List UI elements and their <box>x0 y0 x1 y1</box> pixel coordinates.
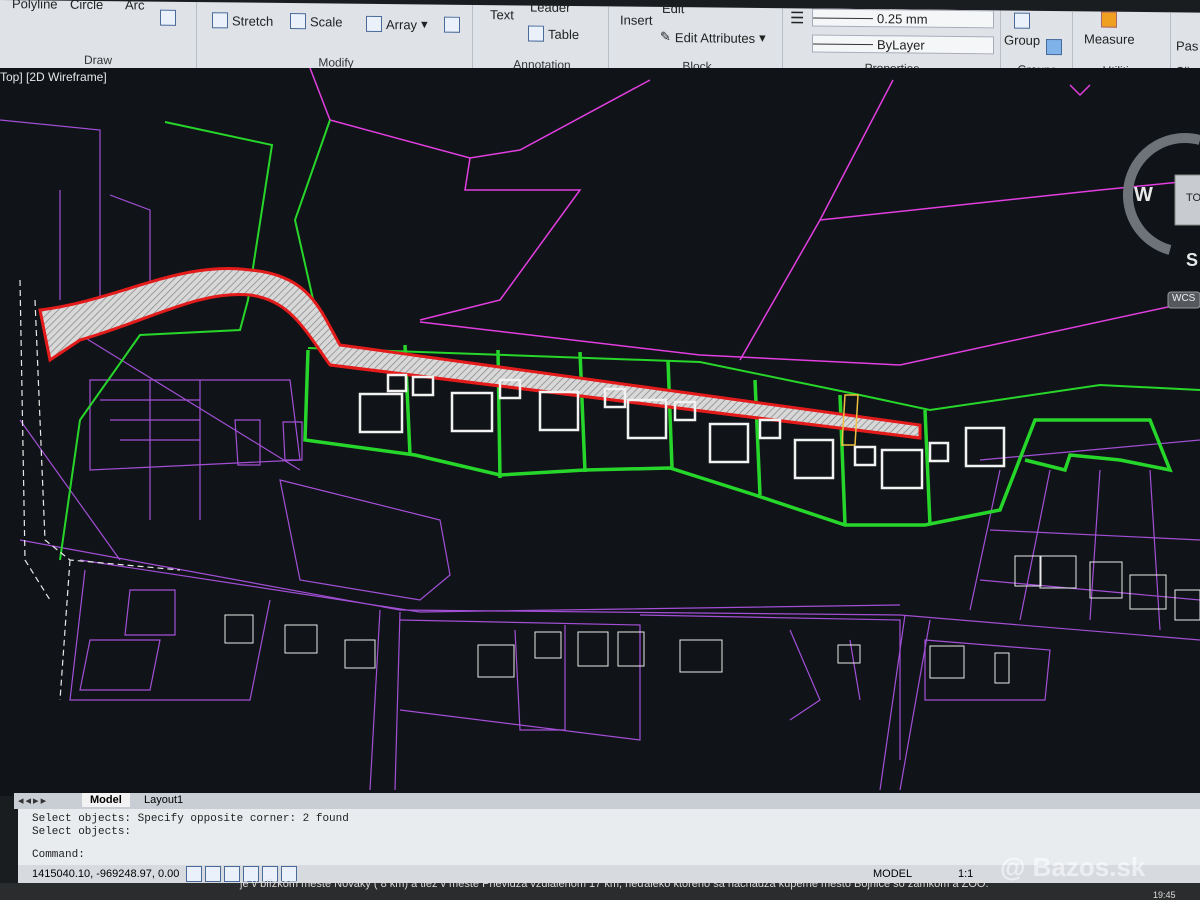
coordinates-readout: 1415040.10, -969248.97, 0.00 <box>32 868 180 880</box>
circle-button[interactable]: Circle <box>70 0 103 12</box>
wcs-button[interactable]: WCS <box>1172 293 1195 304</box>
drawing-viewport[interactable]: W TO S WCS <box>0 68 1200 796</box>
insert-button[interactable]: Insert <box>620 12 653 27</box>
edit-attributes-icon: ✎ <box>660 28 671 45</box>
group-icon <box>1014 12 1031 29</box>
table-button[interactable]: Table <box>528 25 579 43</box>
stretch-icon <box>212 12 228 29</box>
viewcube[interactable] <box>1122 133 1200 309</box>
ortho-icon[interactable] <box>224 866 240 882</box>
hatch-icon-glyph <box>160 9 176 26</box>
snap-icon[interactable] <box>186 866 202 882</box>
cad-drawing <box>0 68 1200 791</box>
draw-panel-title[interactable]: Draw <box>0 52 196 68</box>
copy-icon <box>444 16 460 33</box>
measure-icon <box>1101 11 1118 28</box>
leader-button[interactable]: Leader <box>530 0 570 15</box>
group-select-icon[interactable] <box>1046 38 1062 56</box>
watermark: @ Bazos.sk <box>1000 852 1146 882</box>
draw-panel: Polyline Circle Arc Draw <box>0 0 197 71</box>
existing-houses <box>224 555 1200 684</box>
command-history-line-1: Select objects: Specify opposite corner:… <box>32 813 349 825</box>
polyline-button[interactable]: Polyline <box>12 0 58 12</box>
chevron-down-icon: ▾ <box>421 16 428 32</box>
road-corridor <box>38 266 922 446</box>
viewport-label[interactable]: Top] [2D Wireframe] <box>0 70 107 84</box>
edit-attributes-button[interactable]: ✎ Edit Attributes ▾ <box>660 29 766 46</box>
list-icon[interactable]: ☰ <box>790 8 804 28</box>
hatch-icon[interactable] <box>160 9 176 26</box>
grid-icon[interactable] <box>205 866 221 882</box>
paste-button[interactable]: Pas <box>1176 38 1198 53</box>
building-plots <box>59 119 1200 561</box>
table-icon <box>528 25 544 42</box>
command-history-line-2: Select objects: <box>32 826 132 838</box>
tab-model[interactable]: Model <box>82 793 130 807</box>
layout-tabs: ◂◂▸▸ Model Layout1 <box>14 793 1200 809</box>
lineweight-select[interactable]: 0.25 mm <box>812 8 994 29</box>
annotation-panel: Text Leader Table Annotation <box>476 0 609 75</box>
cadastral-boundaries-magenta <box>309 68 1200 366</box>
measure-button[interactable]: Measure <box>1084 11 1135 47</box>
viewcube-west-label[interactable]: W <box>1134 184 1153 207</box>
block-panel: Insert Edit ✎ Edit Attributes ▾ Block <box>612 1 783 77</box>
stretch-button[interactable]: Stretch <box>212 12 273 29</box>
clock: 19:45 <box>1153 890 1176 900</box>
tab-nav-arrows[interactable]: ◂◂▸▸ <box>18 794 48 807</box>
listing-caption: je v blízkom meste Nováky ( 8 km) a tiež… <box>240 878 989 890</box>
scale-icon <box>290 13 306 30</box>
array-icon <box>366 15 382 33</box>
viewcube-south-label[interactable]: S <box>1186 250 1198 271</box>
modify-panel: Stretch Scale Array ▾ Modify <box>200 2 473 73</box>
arc-button[interactable]: Arc <box>125 0 145 13</box>
edit-button[interactable]: Edit <box>662 1 684 16</box>
existing-road-edges <box>19 279 181 701</box>
linetype-select[interactable]: ByLayer <box>812 34 994 55</box>
viewcube-top-face[interactable]: TO <box>1186 192 1200 204</box>
tab-layout1[interactable]: Layout1 <box>138 794 189 806</box>
copy-icon-button[interactable] <box>444 16 460 33</box>
array-button[interactable]: Array ▾ <box>366 15 428 33</box>
text-button[interactable]: Text <box>490 7 514 22</box>
scale-button[interactable]: Scale <box>290 13 343 30</box>
group-button[interactable]: Group <box>1004 12 1040 48</box>
